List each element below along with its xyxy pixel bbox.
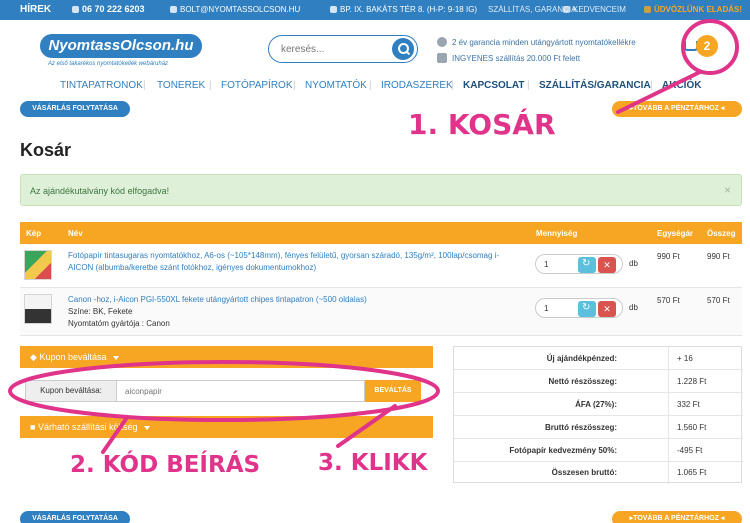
line-total: 570 Ft xyxy=(707,296,730,305)
refresh-icon[interactable] xyxy=(578,301,596,317)
summary-row: Bruttó részösszeg: 1.560 Ft xyxy=(454,416,743,439)
quantity-unit: db xyxy=(629,259,638,268)
unit-price: 990 Ft xyxy=(657,252,680,261)
free-shipping-promo: INGYENES szállítás 20.000 Ft felett xyxy=(437,53,580,63)
shipping-cost-toggle[interactable]: ■ Várható szállítási költség xyxy=(20,416,433,438)
coupon-success-alert: Az ajándékutalvány kód elfogadva! × xyxy=(20,174,742,206)
product-name-link[interactable]: Canon -hoz, i-Aicon PGI-550XL fekete utá… xyxy=(68,294,508,306)
location-icon xyxy=(330,6,337,13)
continue-shopping-button-top[interactable]: VÁSÁRLÁS FOLYTATÁSA xyxy=(20,101,130,117)
col-total: Összeg xyxy=(707,229,736,238)
phone-number[interactable]: 06 70 222 6203 xyxy=(72,4,145,14)
mail-icon xyxy=(170,6,177,13)
heart-icon xyxy=(563,6,570,13)
refresh-icon[interactable] xyxy=(578,257,596,273)
summary-row: ÁFA (27%): 332 Ft xyxy=(454,393,743,416)
user-icon xyxy=(644,6,651,13)
nav-irodaszerek[interactable]: IRODASZEREK xyxy=(381,80,453,91)
table-row: Canon -hoz, i-Aicon PGI-550XL fekete utá… xyxy=(20,288,742,336)
page-title: Kosár xyxy=(20,140,72,160)
nav-tintapatronok[interactable]: TINTAPATRONOK xyxy=(60,80,143,91)
nav-separator: | xyxy=(293,80,296,91)
delete-icon[interactable]: ✕ xyxy=(598,257,616,273)
site-logo[interactable]: NyomtassOlcson.hu Az első takarékos nyom… xyxy=(40,34,202,72)
summary-row: Nettó részösszeg: 1.228 Ft xyxy=(454,370,743,393)
nav-separator: | xyxy=(143,80,146,91)
col-name: Név xyxy=(68,229,83,238)
truck-icon xyxy=(437,53,447,63)
continue-shopping-button-bottom[interactable]: VÁSÁRLÁS FOLYTATÁSA xyxy=(20,511,130,523)
nav-szallitas-garancia[interactable]: SZÁLLÍTÁS/GARANCIA xyxy=(539,80,651,91)
quantity-unit: db xyxy=(629,303,638,312)
news-link[interactable]: HÍREK xyxy=(20,4,51,15)
nav-separator: | xyxy=(527,80,530,91)
phone-icon xyxy=(72,5,79,13)
caret-down-icon xyxy=(144,425,151,430)
col-image: Kép xyxy=(26,229,42,238)
checkout-button-bottom[interactable]: ▸TOVÁBB A PÉNZTÁRHOZ ◂ xyxy=(612,511,742,523)
order-summary: Új ajándékpénzed: + 16 Nettó részösszeg: 1… xyxy=(453,346,743,484)
quantity-input[interactable]: 1 xyxy=(544,260,548,269)
coupon-input[interactable] xyxy=(117,380,365,402)
welcome-user-link[interactable]: ÜDVÖZLÜNK ELADÁS! xyxy=(644,5,742,14)
annotation-step-1: 1. KOSÁR xyxy=(408,108,556,141)
nav-tonerek[interactable]: TONEREK xyxy=(157,80,205,91)
nav-kapcsolat[interactable]: KAPCSOLAT xyxy=(463,80,524,91)
nav-akciok[interactable]: AKCIÓK xyxy=(662,80,701,91)
quantity-control: 1 ✕ xyxy=(535,254,623,274)
summary-row: Fotópapír kedvezmény 50%: -495 Ft xyxy=(454,439,743,462)
product-image[interactable] xyxy=(24,250,52,280)
coupon-apply-button[interactable]: BEVÁLTÁS xyxy=(365,380,421,402)
product-color: Színe: BK, Fekete xyxy=(68,307,133,316)
search-box xyxy=(268,35,418,63)
nav-separator: | xyxy=(369,80,372,91)
coupon-panel-toggle[interactable]: ◆ Kupon beváltása xyxy=(20,346,433,368)
caret-down-icon xyxy=(113,355,120,360)
top-bar: HÍREK 06 70 222 6203 BOLT@NYOMTASSOLCSON… xyxy=(0,0,750,20)
address-text: BP. IX. BAKÁTS TÉR 8. (H-P: 9-18 IG) xyxy=(330,5,477,14)
favorites-link[interactable]: KEDVENCEIM xyxy=(563,5,626,14)
nav-fotopapirok[interactable]: FOTÓPAPÍROK xyxy=(221,80,293,91)
quantity-control: 1 ✕ xyxy=(535,298,623,318)
site-header: NyomtassOlcson.hu Az első takarékos nyom… xyxy=(0,20,750,96)
product-name-link[interactable]: Fotópapír tintasugaras nyomtatókhoz, A6-… xyxy=(68,250,508,274)
cart-count-badge: 2 xyxy=(696,35,718,57)
annotation-step-3: 3. KLIKK xyxy=(318,450,428,476)
delete-icon[interactable]: ✕ xyxy=(598,301,616,317)
truck-icon: ■ xyxy=(30,422,36,432)
nav-separator: | xyxy=(451,80,454,91)
product-image[interactable] xyxy=(24,294,52,324)
nav-separator: | xyxy=(209,80,212,91)
close-icon[interactable]: × xyxy=(724,183,731,197)
nav-separator: | xyxy=(650,80,653,91)
line-total: 990 Ft xyxy=(707,252,730,261)
tag-icon: ◆ xyxy=(30,352,37,362)
guarantee-promo: 2 év garancia minden utángyártott nyomta… xyxy=(437,37,636,47)
search-icon[interactable] xyxy=(392,38,414,60)
nav-nyomtatok[interactable]: NYOMTATÓK xyxy=(305,80,367,91)
col-quantity: Mennyiség xyxy=(536,229,578,238)
email-link[interactable]: BOLT@NYOMTASSOLCSON.HU xyxy=(170,5,300,14)
table-row: Fotópapír tintasugaras nyomtatókhoz, A6-… xyxy=(20,244,742,288)
summary-row-total: Összesen bruttó: 1.065 Ft xyxy=(454,461,743,484)
search-input[interactable] xyxy=(281,42,381,56)
checkout-button-top[interactable]: ▸TOVÁBB A PÉNZTÁRHOZ ◂ xyxy=(612,101,742,117)
unit-price: 570 Ft xyxy=(657,296,680,305)
cart-button[interactable]: 2 xyxy=(684,35,722,63)
coupon-label: Kupon beváltása: xyxy=(25,380,117,402)
table-header: Kép Név Mennyiség Egységár Összeg xyxy=(20,222,742,244)
check-icon xyxy=(437,37,447,47)
main-nav: TINTAPATRONOK | TONEREK | FOTÓPAPÍROK | … xyxy=(50,78,710,94)
col-unit-price: Egységár xyxy=(657,229,694,238)
summary-row: Új ajándékpénzed: + 16 xyxy=(454,347,743,370)
coupon-form: Kupon beváltása: BEVÁLTÁS xyxy=(25,380,425,402)
quantity-input[interactable]: 1 xyxy=(544,304,548,313)
product-maker: Nyomtatóm gyártója : Canon xyxy=(68,319,170,328)
annotation-step-2: 2. KÓD BEÍRÁS xyxy=(70,452,261,478)
